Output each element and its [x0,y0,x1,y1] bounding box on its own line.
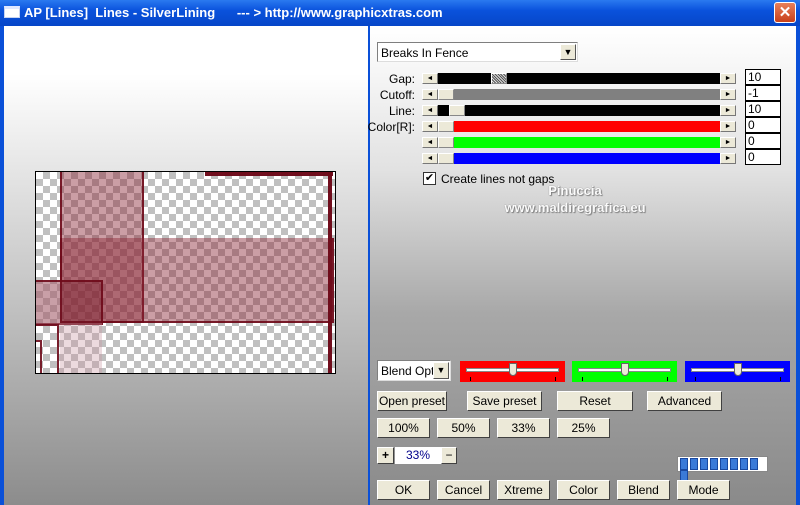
zoom-in-button[interactable]: + [377,447,394,464]
tick [780,377,781,381]
watermark-name: Pinuccia [548,183,602,198]
progress-block [700,458,708,470]
slider-value-field[interactable]: -1 [745,85,781,101]
slider-track[interactable] [438,89,720,100]
save-preset-button[interactable]: Save preset [467,391,542,411]
chevron-down-icon[interactable]: ▼ [433,362,449,379]
zoom-field[interactable]: 33% [395,447,441,464]
arrow-right-icon[interactable]: ► [720,153,736,164]
progress-block [720,458,728,470]
tick [470,377,471,381]
create-lines-checkbox[interactable]: ✔ [423,172,436,185]
blend-button[interactable]: Blend [617,480,670,500]
advanced-button[interactable]: Advanced [647,391,722,411]
arrow-left-icon[interactable]: ◄ [422,137,438,148]
arrow-right-icon[interactable]: ► [720,73,736,84]
slider-label: Gap: [388,72,415,86]
preset-value: Breaks In Fence [381,46,469,60]
reset-button[interactable]: Reset [557,391,633,411]
zoom-out-button[interactable]: − [441,447,457,464]
progress-block [680,458,688,470]
slider-value-field[interactable]: 0 [745,117,781,133]
arrow-left-icon[interactable]: ◄ [422,105,438,116]
chevron-down-icon[interactable]: ▼ [560,44,576,60]
cancel-button[interactable]: Cancel [437,480,490,500]
arrow-left-icon[interactable]: ◄ [422,153,438,164]
progress-block [730,458,738,470]
slider-track[interactable] [438,105,720,116]
progress-bar [677,456,768,482]
arrow-right-icon[interactable]: ► [720,105,736,116]
slider-thumb[interactable] [438,89,454,100]
progress-block [740,458,748,470]
zoom-100-button[interactable]: 100% [377,418,430,438]
blend-value: Blend Opti [381,364,438,378]
zoom-33-button[interactable]: 33% [497,418,550,438]
preview-image[interactable] [35,171,336,374]
window-icon [4,6,20,18]
slider-track[interactable] [438,121,720,132]
slider-thumb[interactable] [491,73,507,84]
tick [695,377,696,381]
color-button[interactable]: Color [557,480,610,500]
slider-thumb[interactable] [449,105,465,116]
preset-dropdown[interactable]: Breaks In Fence ▼ [377,42,578,62]
tick [555,377,556,381]
color-balance-slider[interactable] [572,361,677,382]
progress-block [750,458,758,470]
slider-value-field[interactable]: 0 [745,133,781,149]
open-preset-button[interactable]: Open preset [377,391,447,411]
slider-track[interactable] [438,73,720,84]
xtreme-button[interactable]: Xtreme [497,480,550,500]
arrow-left-icon[interactable]: ◄ [422,121,438,132]
tick [667,377,668,381]
mode-button[interactable]: Mode [677,480,730,500]
arrow-left-icon[interactable]: ◄ [422,89,438,100]
slider-track[interactable] [438,153,720,164]
blend-options-dropdown[interactable]: Blend Opti ▼ [377,360,451,381]
slider-knob[interactable] [734,363,742,376]
color-balance-slider[interactable] [685,361,790,382]
slider-label: Color[R]: [367,120,415,134]
watermark-url: www.maldiregrafica.eu [504,200,646,215]
progress-block [710,458,718,470]
slider-thumb[interactable] [438,153,454,164]
slider-label: Line: [388,104,415,118]
close-button[interactable]: ✕ [774,2,796,23]
slider-value-field[interactable]: 0 [745,149,781,165]
slider-label: Cutoff: [379,88,415,102]
slider-knob[interactable] [621,363,629,376]
tick [582,377,583,381]
arrow-left-icon[interactable]: ◄ [422,73,438,84]
slider-thumb[interactable] [438,137,454,148]
slider-track[interactable] [438,137,720,148]
arrow-right-icon[interactable]: ► [720,137,736,148]
progress-block [690,458,698,470]
arrow-right-icon[interactable]: ► [720,89,736,100]
zoom-25-button[interactable]: 25% [557,418,610,438]
color-balance-slider[interactable] [460,361,565,382]
zoom-50-button[interactable]: 50% [437,418,490,438]
ok-button[interactable]: OK [377,480,430,500]
title-bar: AP [Lines] Lines - SilverLining --- > ht… [0,0,800,26]
slider-knob[interactable] [509,363,517,376]
slider-value-field[interactable]: 10 [745,69,781,85]
arrow-right-icon[interactable]: ► [720,121,736,132]
slider-value-field[interactable]: 10 [745,101,781,117]
window-title: AP [Lines] Lines - SilverLining --- > ht… [24,5,443,20]
slider-thumb[interactable] [438,121,454,132]
